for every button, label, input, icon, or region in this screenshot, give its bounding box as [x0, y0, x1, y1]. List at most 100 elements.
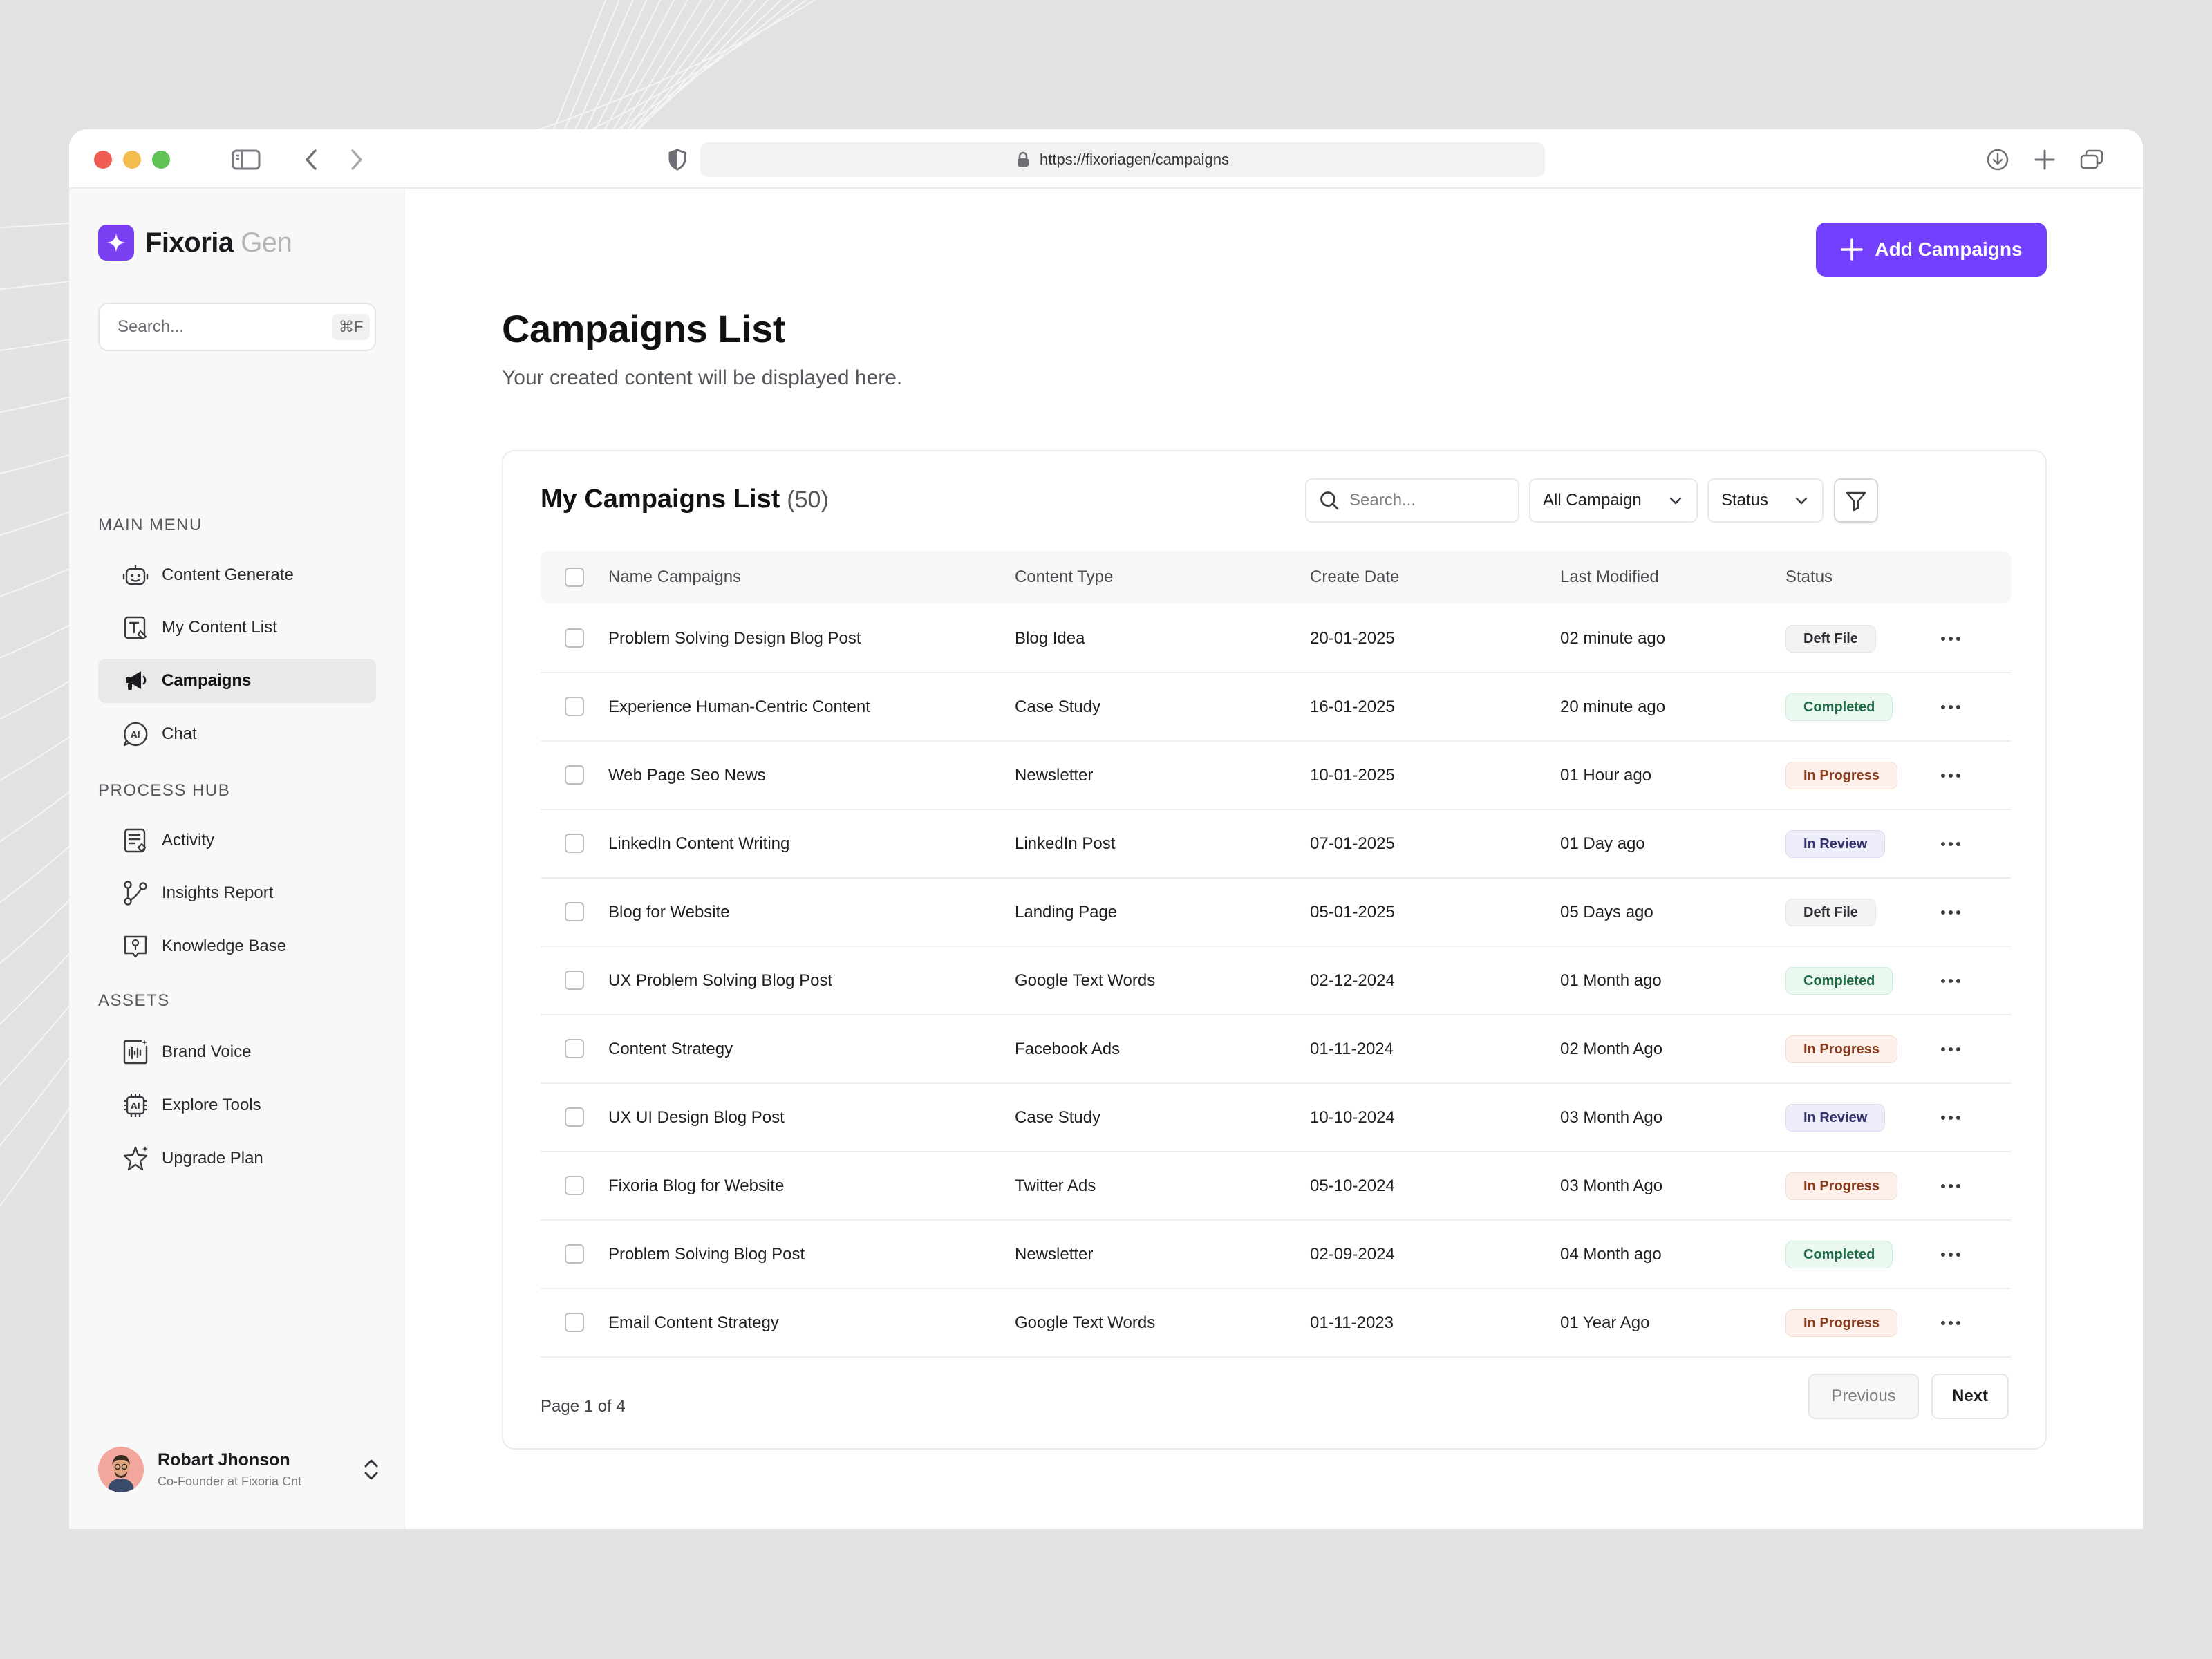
row-more-options-icon[interactable]	[1936, 898, 1965, 927]
sidebar-search[interactable]: ⌘F	[98, 303, 376, 351]
row-more-options-icon[interactable]	[1936, 1309, 1965, 1338]
row-more-options-icon[interactable]	[1936, 624, 1965, 653]
column-header-name[interactable]: Name Campaigns	[608, 551, 741, 603]
cell-content-type: Google Text Words	[1015, 971, 1156, 990]
download-icon[interactable]	[1983, 144, 2013, 175]
sidebar-item-insights-report[interactable]: Insights Report	[98, 871, 376, 915]
column-header-create-date[interactable]: Create Date	[1310, 551, 1399, 603]
cell-last-modified: 03 Month Ago	[1560, 1177, 1663, 1195]
text-edit-icon	[124, 616, 147, 640]
address-bar[interactable]: https://fixoriagen/campaigns	[700, 142, 1545, 177]
status-filter-dropdown[interactable]: Status	[1707, 478, 1824, 523]
table-row[interactable]: Web Page Seo News Newsletter 10-01-2025 01 …	[541, 742, 2011, 810]
row-more-options-icon[interactable]	[1936, 966, 1965, 995]
table-search-input[interactable]	[1349, 491, 1501, 510]
sidebar-item-label: Chat	[162, 724, 197, 743]
table-search[interactable]	[1305, 478, 1519, 523]
sidebar-item-knowledge-base[interactable]: Knowledge Base	[98, 924, 376, 968]
back-icon[interactable]	[296, 144, 326, 175]
user-profile[interactable]: Robart Jhonson Co-Founder at Fixoria Cnt	[98, 1445, 382, 1494]
status-badge: In Review	[1785, 1104, 1886, 1132]
campaign-filter-dropdown[interactable]: All Campaign	[1529, 478, 1698, 523]
sidebar-toggle-icon[interactable]	[228, 144, 264, 175]
row-more-options-icon[interactable]	[1936, 830, 1965, 859]
url-text: https://fixoriagen/campaigns	[1040, 151, 1229, 168]
column-header-status[interactable]: Status	[1785, 551, 1833, 603]
close-window-button[interactable]	[94, 151, 112, 169]
sidebar-item-campaigns[interactable]: Campaigns	[98, 659, 376, 703]
brand-logo[interactable]: Fixoria Gen	[98, 225, 292, 261]
row-more-options-icon[interactable]	[1936, 1103, 1965, 1132]
row-checkbox[interactable]	[565, 834, 584, 853]
table-row[interactable]: Fixoria Blog for Website Twitter Ads 05-10…	[541, 1152, 2011, 1221]
row-more-options-icon[interactable]	[1936, 1240, 1965, 1269]
row-checkbox[interactable]	[565, 971, 584, 990]
row-more-options-icon[interactable]	[1936, 761, 1965, 790]
row-more-options-icon[interactable]	[1936, 1035, 1965, 1064]
brand-name: Fixoria Gen	[145, 227, 292, 258]
table-row[interactable]: Problem Solving Blog Post Newsletter 02-09…	[541, 1221, 2011, 1289]
sidebar-search-input[interactable]	[118, 317, 332, 337]
sidebar-item-label: Explore Tools	[162, 1096, 261, 1114]
row-checkbox[interactable]	[565, 1244, 584, 1264]
row-checkbox[interactable]	[565, 1313, 584, 1332]
sidebar-item-my-content-list[interactable]: My Content List	[98, 606, 376, 650]
sidebar-item-upgrade-plan[interactable]: Upgrade Plan	[98, 1136, 376, 1181]
svg-text:AI: AI	[131, 730, 140, 740]
cell-last-modified: 01 Hour ago	[1560, 766, 1652, 785]
row-checkbox[interactable]	[565, 697, 584, 716]
sidebar-item-chat[interactable]: AI Chat	[98, 712, 376, 756]
filter-button[interactable]	[1834, 478, 1878, 523]
sidebar-item-content-generate[interactable]: Content Generate	[98, 553, 376, 597]
row-checkbox[interactable]	[565, 1039, 584, 1058]
cell-content-type: LinkedIn Post	[1015, 834, 1116, 853]
chevron-up-down-icon[interactable]	[361, 1456, 382, 1483]
row-more-options-icon[interactable]	[1936, 693, 1965, 722]
column-header-content-type[interactable]: Content Type	[1015, 551, 1113, 603]
sidebar-item-label: Content Generate	[162, 565, 294, 584]
sidebar-item-activity[interactable]: Activity	[98, 818, 376, 863]
table-row[interactable]: UX Problem Solving Blog Post Google Text …	[541, 947, 2011, 1015]
new-tab-icon[interactable]	[2030, 144, 2060, 175]
svg-text:AI: AI	[131, 1101, 140, 1111]
status-badge: In Progress	[1785, 1172, 1898, 1200]
minimize-window-button[interactable]	[123, 151, 141, 169]
filter-icon	[1846, 491, 1866, 512]
tabs-overview-icon[interactable]	[2077, 144, 2107, 175]
cell-create-date: 02-09-2024	[1310, 1245, 1395, 1264]
cell-content-type: Google Text Words	[1015, 1313, 1156, 1332]
maximize-window-button[interactable]	[152, 151, 170, 169]
table-row[interactable]: Problem Solving Design Blog Post Blog Ide…	[541, 605, 2011, 673]
row-checkbox[interactable]	[565, 1176, 584, 1195]
cell-campaign-name: Email Content Strategy	[608, 1313, 779, 1332]
cell-content-type: Newsletter	[1015, 766, 1094, 785]
table-row[interactable]: Experience Human-Centric Content Case Stu…	[541, 673, 2011, 742]
campaigns-table-card: My Campaigns List(50) All Campaign Name …	[502, 450, 2047, 1450]
sparkle-star-icon	[123, 1146, 148, 1171]
cell-create-date: 20-01-2025	[1310, 629, 1395, 648]
table-row[interactable]: UX UI Design Blog Post Case Study 10-10-20…	[541, 1084, 2011, 1152]
cell-campaign-name: Problem Solving Blog Post	[608, 1245, 805, 1264]
previous-page-button[interactable]: Previous	[1808, 1374, 1919, 1419]
row-checkbox[interactable]	[565, 765, 584, 785]
sidebar-item-explore-tools[interactable]: AI Explore Tools	[98, 1083, 376, 1127]
row-checkbox[interactable]	[565, 902, 584, 921]
sidebar-item-brand-voice[interactable]: Brand Voice	[98, 1030, 376, 1074]
column-header-last-modified[interactable]: Last Modified	[1560, 551, 1659, 603]
table-row[interactable]: Blog for Website Landing Page 05-01-2025 05…	[541, 879, 2011, 947]
search-icon	[1320, 491, 1339, 510]
table-row[interactable]: Email Content Strategy Google Text Words 0…	[541, 1289, 2011, 1358]
row-more-options-icon[interactable]	[1936, 1172, 1965, 1201]
table-row[interactable]: Content Strategy Facebook Ads 01-11-2024 02…	[541, 1015, 2011, 1084]
row-checkbox[interactable]	[565, 628, 584, 648]
row-checkbox[interactable]	[565, 1107, 584, 1127]
shield-icon[interactable]	[662, 144, 693, 175]
forward-icon[interactable]	[341, 144, 372, 175]
select-all-checkbox[interactable]	[565, 568, 584, 587]
table-row[interactable]: LinkedIn Content Writing LinkedIn Post 07-…	[541, 810, 2011, 879]
user-role: Co-Founder at Fixoria Cnt	[158, 1474, 302, 1488]
table-header: Name Campaigns Content Type Create Date …	[541, 551, 2011, 603]
next-page-button[interactable]: Next	[1931, 1374, 2009, 1419]
brand-voice-icon	[123, 1040, 148, 1065]
add-campaigns-button[interactable]: Add Campaigns	[1816, 223, 2047, 276]
